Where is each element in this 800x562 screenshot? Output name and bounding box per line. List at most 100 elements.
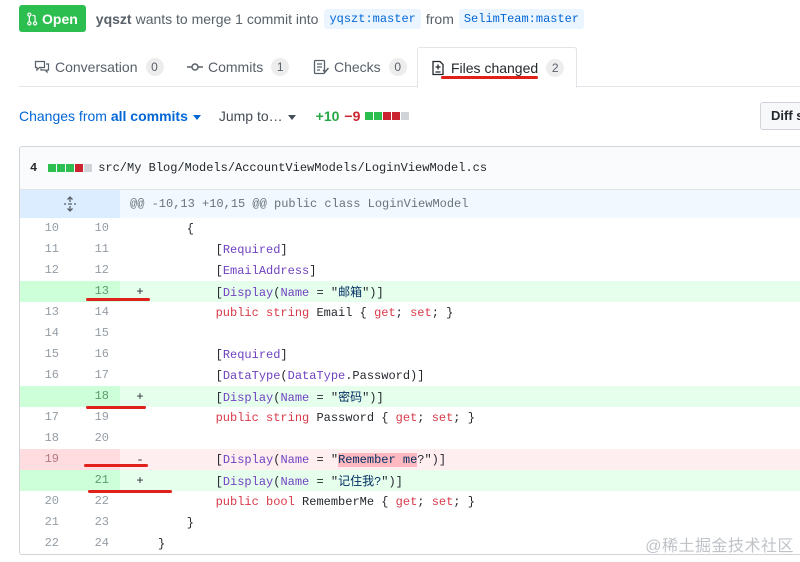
annotation-underline bbox=[86, 406, 146, 409]
diffstat-block bbox=[365, 112, 374, 120]
diff-marker: + bbox=[136, 389, 144, 404]
diff-line-ctx: 10 10 { bbox=[20, 218, 800, 239]
new-line-number[interactable]: 21 bbox=[70, 470, 120, 491]
new-line-number[interactable]: 16 bbox=[70, 344, 120, 365]
diff-line-ctx: 16 17 [DataType(DataType.Password)] bbox=[20, 365, 800, 386]
diffstat-block bbox=[48, 164, 57, 172]
old-line-number[interactable]: 14 bbox=[20, 323, 70, 344]
diffstat-blocks bbox=[364, 112, 410, 120]
old-line-number[interactable]: 19 bbox=[20, 449, 70, 470]
watermark: @稀土掘金技术社区 bbox=[645, 538, 794, 555]
annotation-underline bbox=[88, 490, 172, 493]
code-text: } bbox=[158, 515, 195, 530]
code-text: [DataType(DataType.Password)] bbox=[158, 368, 425, 383]
tab-files-changed-count: 2 bbox=[546, 58, 565, 77]
from-label: from bbox=[425, 10, 454, 27]
diffstat: +10 −9 bbox=[316, 108, 410, 124]
tab-commits-label: Commits bbox=[208, 58, 264, 75]
diffstat-block bbox=[392, 112, 401, 120]
new-line-number[interactable]: 18 bbox=[70, 386, 120, 407]
old-line-number[interactable]: 20 bbox=[20, 491, 70, 512]
checklist-icon bbox=[313, 59, 329, 74]
old-line-number[interactable]: 18 bbox=[20, 428, 70, 449]
pr-author[interactable]: yqszt bbox=[96, 11, 132, 27]
old-line-number[interactable] bbox=[20, 386, 70, 407]
tab-checks[interactable]: Checks 0 bbox=[313, 46, 407, 87]
old-line-number[interactable]: 12 bbox=[20, 260, 70, 281]
new-line-number[interactable]: 22 bbox=[70, 491, 120, 512]
diff-toolbar: Changes from all commits Jump to… +10 −9… bbox=[19, 100, 800, 132]
old-line-number[interactable]: 11 bbox=[20, 239, 70, 260]
jump-to-dropdown[interactable]: Jump to… bbox=[219, 108, 296, 124]
tab-checks-label: Checks bbox=[334, 58, 381, 75]
code-text: [Display(Name = "Remember me?")] bbox=[158, 452, 447, 467]
diff-line-ctx: 11 11 [Required] bbox=[20, 239, 800, 260]
code-text: [Display(Name = "邮箱")] bbox=[158, 286, 384, 300]
diffstat-additions: +10 bbox=[315, 108, 340, 124]
diff-line-ctx: 13 14 public string Email { get; set; } bbox=[20, 302, 800, 323]
old-line-number[interactable]: 10 bbox=[20, 218, 70, 239]
new-line-number[interactable]: 14 bbox=[70, 302, 120, 323]
new-line-number[interactable]: 19 bbox=[70, 407, 120, 428]
code-text: public string Password { get; set; } bbox=[215, 410, 475, 425]
new-line-number[interactable]: 20 bbox=[70, 428, 120, 449]
unfold-icon bbox=[64, 196, 76, 212]
tab-conversation-label: Conversation bbox=[55, 58, 138, 75]
tab-files-changed[interactable]: Files changed 2 bbox=[417, 47, 578, 88]
expand-hunk-button[interactable] bbox=[20, 190, 120, 218]
file-path[interactable]: src/My Blog/Models/AccountViewModels/Log… bbox=[98, 161, 487, 175]
tab-files-changed-label: Files changed bbox=[451, 59, 539, 76]
new-line-number[interactable]: 23 bbox=[70, 512, 120, 533]
code-text: } bbox=[158, 536, 166, 551]
diff-line-add: 18 + [Display(Name = "密码")] bbox=[20, 386, 800, 407]
file-change-count: 4 bbox=[30, 161, 38, 175]
old-line-number[interactable] bbox=[20, 470, 70, 491]
new-line-number[interactable]: 12 bbox=[70, 260, 120, 281]
pr-state-badge: Open bbox=[19, 5, 86, 32]
changes-from-dropdown[interactable]: Changes from all commits bbox=[19, 108, 201, 124]
pr-state-label: Open bbox=[42, 10, 78, 27]
diff-line-ctx: 21 23 } bbox=[20, 512, 800, 533]
code-text: { bbox=[158, 221, 195, 236]
old-line-number[interactable] bbox=[20, 281, 70, 302]
chevron-down-icon bbox=[192, 114, 201, 120]
old-line-number[interactable]: 13 bbox=[20, 302, 70, 323]
pr-message: wants to merge 1 commit into bbox=[135, 10, 319, 27]
new-line-number[interactable]: 24 bbox=[70, 533, 120, 554]
diffstat-block bbox=[401, 112, 410, 120]
head-branch[interactable]: SelimTeam:master bbox=[458, 8, 585, 29]
diff-settings-button[interactable]: Diff s bbox=[760, 102, 800, 130]
old-line-number[interactable]: 15 bbox=[20, 344, 70, 365]
diff-marker: + bbox=[136, 473, 144, 488]
code-text: [Required] bbox=[158, 242, 288, 257]
diffstat-block bbox=[383, 112, 392, 120]
new-line-number[interactable]: 17 bbox=[70, 365, 120, 386]
new-line-number[interactable]: 15 bbox=[70, 323, 120, 344]
file-diff: 4 src/My Blog/Models/AccountViewModels/L… bbox=[19, 146, 800, 555]
diff-line-ctx: 14 15 bbox=[20, 323, 800, 344]
tab-conversation-count: 0 bbox=[145, 57, 164, 76]
diff-line-ctx: 17 19 public string Password { get; set; … bbox=[20, 407, 800, 428]
changes-from-selected: all commits bbox=[110, 108, 188, 124]
comment-discussion-icon bbox=[34, 60, 50, 73]
old-line-number[interactable]: 21 bbox=[20, 512, 70, 533]
base-branch[interactable]: yqszt:master bbox=[324, 8, 421, 29]
chevron-down-icon bbox=[287, 114, 296, 120]
code-text: [Display(Name = "密码")] bbox=[158, 391, 384, 405]
new-line-number[interactable]: 10 bbox=[70, 218, 120, 239]
new-line-number[interactable]: 11 bbox=[70, 239, 120, 260]
diffstat-block bbox=[374, 112, 383, 120]
code-text: public bool RememberMe { get; set; } bbox=[215, 494, 475, 509]
pr-header: Open yqszt wants to merge 1 commit into … bbox=[19, 5, 585, 32]
code-text: [Required] bbox=[158, 347, 288, 362]
tab-conversation[interactable]: Conversation 0 bbox=[34, 46, 164, 87]
file-header: 4 src/My Blog/Models/AccountViewModels/L… bbox=[20, 147, 800, 190]
old-line-number[interactable]: 16 bbox=[20, 365, 70, 386]
old-line-number[interactable]: 22 bbox=[20, 533, 70, 554]
annotation-underline bbox=[86, 298, 150, 301]
jump-to-label: Jump to… bbox=[218, 108, 283, 124]
tab-commits-count: 1 bbox=[271, 57, 290, 76]
tab-commits[interactable]: Commits 1 bbox=[187, 46, 290, 87]
old-line-number[interactable]: 17 bbox=[20, 407, 70, 428]
file-diffstat-blocks bbox=[47, 164, 93, 172]
